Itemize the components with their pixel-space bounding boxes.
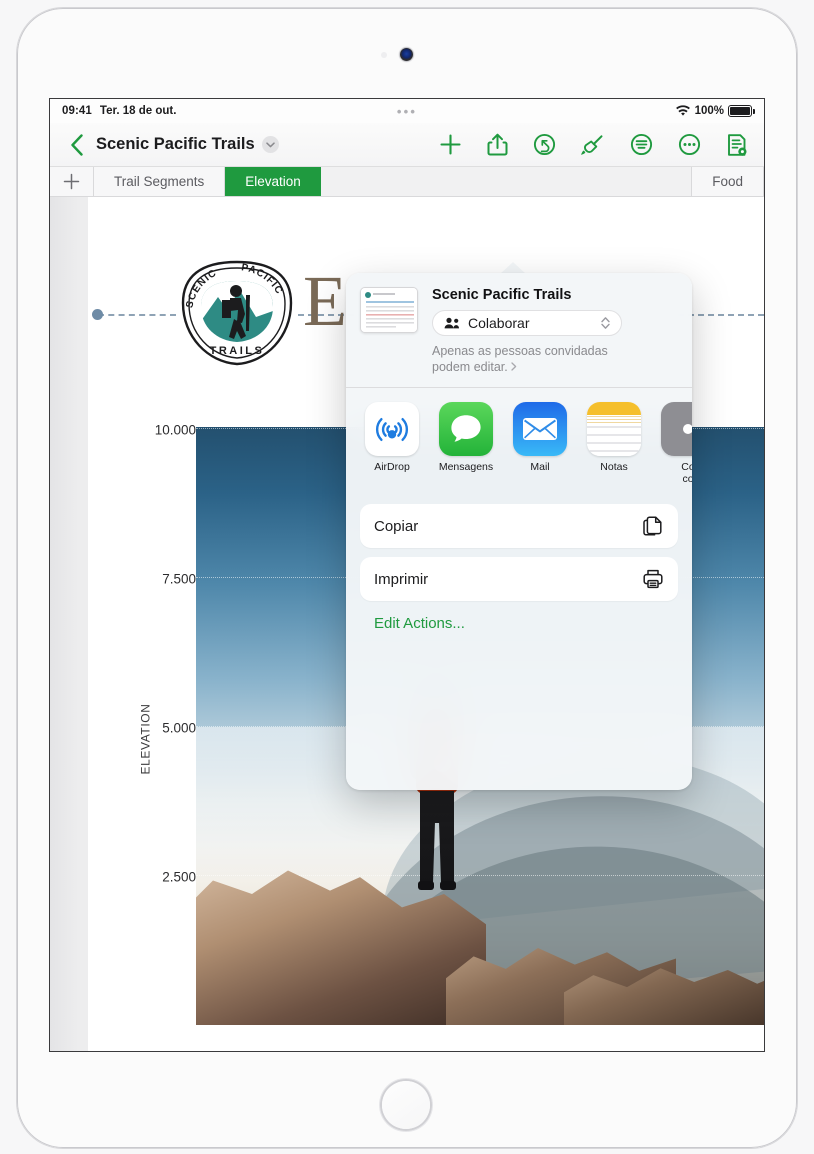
share-sheet-header-text: Scenic Pacific Trails Colaborar Apenas a…: [432, 287, 678, 375]
foreground-rocks: [196, 855, 764, 1025]
battery-percent: 100%: [694, 105, 724, 117]
chevron-up-down-icon: [601, 317, 610, 329]
status-date: Ter. 18 de out.: [99, 105, 177, 117]
share-sheet[interactable]: Scenic Pacific Trails Colaborar Apenas a…: [346, 273, 692, 790]
share-target-airdrop[interactable]: AirDrop: [364, 402, 420, 485]
home-button[interactable]: [380, 1079, 432, 1131]
share-target-more[interactable]: Co co: [660, 402, 692, 485]
share-target-label: AirDrop: [374, 461, 410, 473]
sheet-tab-food[interactable]: Food: [692, 167, 764, 196]
permission-note[interactable]: Apenas as pessoas convidadas podem edita…: [432, 343, 642, 375]
back-chevron-icon[interactable]: [60, 133, 94, 156]
more-button[interactable]: [678, 133, 701, 156]
chart-y-tick-5000: 5.000: [162, 720, 196, 736]
share-target-messages[interactable]: Mensagens: [438, 402, 494, 485]
hiker-legs: [420, 791, 454, 885]
chart-y-axis-title: ELEVATION: [138, 703, 153, 775]
action-copy-label: Copiar: [374, 517, 419, 535]
edit-actions-button[interactable]: Edit Actions...: [374, 615, 678, 632]
chevron-right-icon: [511, 362, 517, 371]
share-sheet-header: Scenic Pacific Trails Colaborar Apenas a…: [346, 273, 692, 387]
action-copy[interactable]: Copiar: [360, 504, 678, 549]
app-toolbar: Scenic Pacific Trails: [50, 123, 764, 167]
share-target-label: Mensagens: [438, 461, 494, 473]
page-title: Scenic Pacific Trails: [96, 135, 255, 153]
document-thumbnail-icon: [360, 287, 418, 333]
collaborate-label: Colaborar: [468, 315, 530, 331]
collaborate-dropdown[interactable]: Colaborar: [432, 310, 622, 336]
share-target-notes[interactable]: Notas: [586, 402, 642, 485]
hiker-badge-icon[interactable]: TRAILS SCENIC PACIFIC: [178, 259, 296, 367]
format-button[interactable]: [581, 133, 605, 157]
action-print[interactable]: Imprimir: [360, 557, 678, 602]
mail-icon: [513, 402, 567, 456]
share-target-mail[interactable]: Mail: [512, 402, 568, 485]
airdrop-icon: [365, 402, 419, 456]
undo-button[interactable]: [533, 133, 556, 156]
insert-button[interactable]: [439, 133, 462, 156]
battery-icon: [728, 105, 755, 117]
share-target-label: Mail: [530, 461, 550, 473]
status-dots: •••: [396, 103, 418, 119]
status-bar: 09:41 Ter. 18 de out. ••• 100%: [50, 99, 764, 123]
share-target-label: Co co: [681, 461, 692, 486]
permission-note-text: Apenas as pessoas convidadas podem edita…: [432, 344, 608, 374]
more-apps-icon: [661, 402, 692, 456]
front-camera-icon: [400, 48, 413, 61]
printer-icon: [643, 569, 663, 589]
document-heading: E: [303, 261, 347, 341]
view-options-button[interactable]: [726, 133, 748, 157]
status-right-cluster: 100%: [675, 105, 755, 117]
status-time: 09:41: [62, 105, 92, 117]
hiker-shoe-right: [440, 881, 456, 890]
tab-bar-spacer: [320, 167, 693, 196]
wifi-icon: [675, 105, 690, 116]
header-rule-left: [98, 314, 176, 316]
document-options-button[interactable]: [630, 133, 653, 156]
svg-text:TRAILS: TRAILS: [210, 345, 265, 357]
share-app-row[interactable]: AirDrop Mensagens Mail Notas Co co: [346, 388, 692, 495]
share-sheet-title: Scenic Pacific Trails: [432, 287, 572, 303]
chevron-down-icon[interactable]: [261, 136, 279, 153]
messages-icon: [439, 402, 493, 456]
sheet-tab-bar: Trail Segments Elevation Food: [50, 167, 764, 197]
toolbar-button-group: [439, 133, 764, 157]
copy-icon: [643, 516, 662, 536]
chart-y-tick-2500: 2.500: [162, 869, 196, 885]
ambient-sensor-icon: [381, 52, 387, 58]
share-target-label: Notas: [600, 461, 628, 473]
ipad-device: 09:41 Ter. 18 de out. ••• 100% Scenic Pa…: [0, 0, 814, 1154]
device-screen: 09:41 Ter. 18 de out. ••• 100% Scenic Pa…: [50, 99, 764, 1051]
header-rule-dot-left: [92, 309, 103, 320]
sheet-tab-trail-segments[interactable]: Trail Segments: [94, 167, 226, 196]
share-button[interactable]: [487, 133, 508, 157]
chart-y-tick-7500: 7.500: [162, 571, 196, 587]
action-print-label: Imprimir: [374, 570, 429, 588]
sheet-tab-elevation[interactable]: Elevation: [225, 167, 321, 196]
people-icon: [444, 317, 459, 329]
chart-y-tick-10000: 10.000: [154, 422, 196, 438]
hiker-shoe-left: [418, 881, 434, 890]
add-sheet-button[interactable]: [50, 167, 94, 196]
rock-right: [564, 968, 764, 1025]
notes-icon: [587, 402, 641, 456]
